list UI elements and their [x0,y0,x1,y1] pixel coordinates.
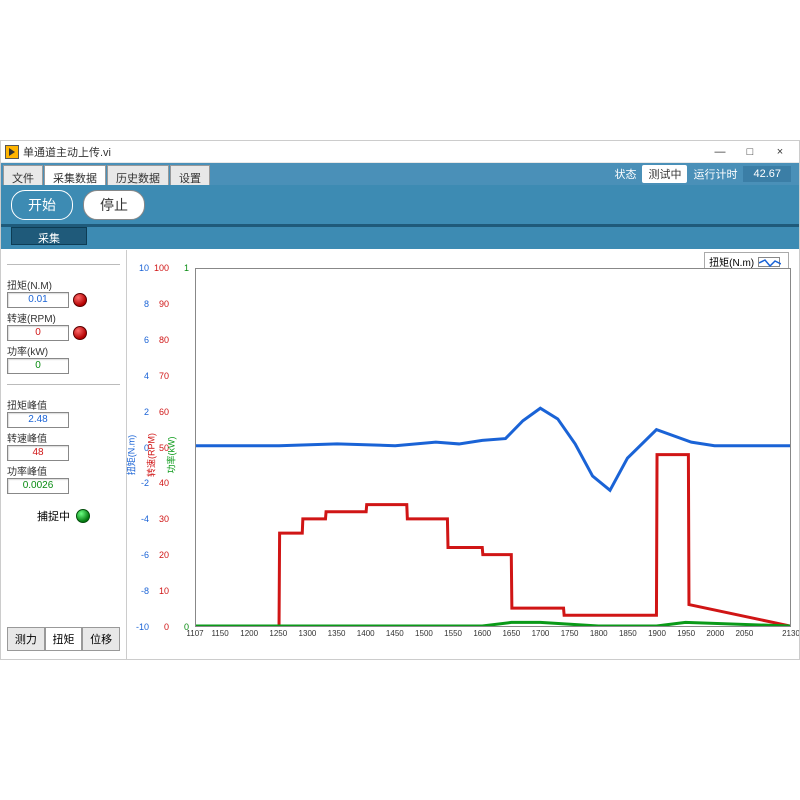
close-button[interactable]: × [765,142,795,162]
metric-label: 转速(RPM) [7,310,120,325]
tab-file[interactable]: 文件 [3,165,43,185]
status-bar: 状态 测试中 运行计时 42.67 [614,163,799,185]
btab-force[interactable]: 测力 [7,627,45,651]
status-led-icon [73,293,87,307]
peak-value: 48 [7,445,69,461]
metric-value: 0 [7,325,69,341]
peak-label: 功率峰值 [7,463,120,478]
tab-settings[interactable]: 设置 [170,165,210,185]
capture-label: 捕捉中 [37,508,70,524]
maximize-button[interactable]: □ [735,142,765,162]
window-title: 单通道主动上传.vi [23,144,705,160]
bottom-tabs: 测力 扭矩 位移 [7,627,120,651]
status-label: 状态 [614,166,636,182]
sidebar: 扭矩(N.M)0.01转速(RPM)0功率(kW)0 扭矩峰值2.48转速峰值4… [1,250,127,659]
metric-label: 扭矩(N.M) [7,277,120,292]
toolbar: 开始 停止 [1,185,799,227]
main-tabs: 文件 采集数据 历史数据 设置 状态 测试中 运行计时 42.67 [1,163,799,185]
peak-value: 0.0026 [7,478,69,494]
status-value: 测试中 [642,165,687,183]
capture-led-icon [76,509,90,523]
peak-value: 2.48 [7,412,69,428]
tab-history[interactable]: 历史数据 [107,165,169,185]
minimize-button[interactable]: — [705,142,735,162]
start-button[interactable]: 开始 [11,190,73,220]
app-window: 单通道主动上传.vi — □ × 文件 采集数据 历史数据 设置 状态 测试中 … [0,140,800,660]
status-led-icon [73,326,87,340]
metric-label: 功率(kW) [7,343,120,358]
ylabel-torque: 扭矩(N.m) [125,434,138,475]
peak-label: 转速峰值 [7,430,120,445]
ylabel-power: 功率(kW) [165,436,178,473]
chart-plot[interactable] [195,268,791,627]
stop-button[interactable]: 停止 [83,190,145,220]
ylabel-rpm: 转速(RPM) [145,433,158,477]
capture-indicator: 捕捉中 [7,508,120,524]
runtime-label: 运行计时 [693,166,737,182]
vi-icon [5,145,19,159]
x-axis: 1107115012001250130013501400145015001550… [195,629,791,641]
btab-torque[interactable]: 扭矩 [45,627,83,651]
btab-disp[interactable]: 位移 [82,627,120,651]
metric-value: 0.01 [7,292,69,308]
collect-button[interactable]: 采集 [11,227,87,245]
tab-collect[interactable]: 采集数据 [44,165,106,185]
peak-label: 扭矩峰值 [7,397,120,412]
metric-value: 0 [7,358,69,374]
chart-area: 扭矩(N.m)转速(RPM)功率 -10-8-6-4-20246810 0102… [127,250,799,659]
runtime-value: 42.67 [743,166,791,182]
titlebar: 单通道主动上传.vi — □ × [1,141,799,163]
